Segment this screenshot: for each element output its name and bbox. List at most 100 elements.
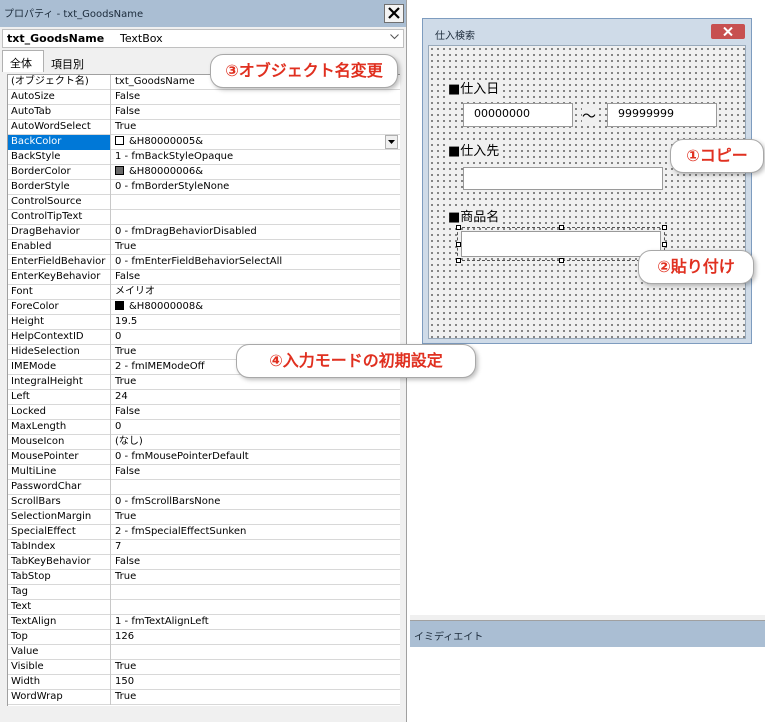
property-row[interactable]: SpecialEffect 2 - fmSpecialEffectSunken (8, 525, 400, 540)
property-row[interactable]: ScrollBars 0 - fmScrollBarsNone (8, 495, 400, 510)
property-row[interactable]: WordWrap True (8, 690, 400, 705)
property-row[interactable]: BackColor &H80000005& (8, 135, 400, 150)
property-value[interactable]: 0 - fmScrollBarsNone (112, 495, 400, 510)
userform-canvas[interactable]: ■仕入日 00000000 ～ 99999999 ■仕入先 ■商品名 (428, 45, 746, 339)
property-row[interactable]: DragBehavior 0 - fmDragBehaviorDisabled (8, 225, 400, 240)
property-value[interactable] (112, 600, 400, 615)
property-value[interactable]: True (112, 690, 400, 705)
date-from-textbox[interactable]: 00000000 (463, 103, 573, 127)
properties-close-button[interactable] (384, 4, 404, 23)
property-value[interactable]: 0 (112, 420, 400, 435)
property-value[interactable]: 126 (112, 630, 400, 645)
property-row[interactable]: ControlSource (8, 195, 400, 210)
label-goods-name[interactable]: ■商品名 (448, 210, 500, 226)
property-value[interactable]: 0 - fmBorderStyleNone (112, 180, 400, 195)
resize-handle[interactable] (559, 225, 564, 230)
property-value[interactable]: 150 (112, 675, 400, 690)
property-value[interactable]: 24 (112, 390, 400, 405)
property-value[interactable]: 0 (112, 330, 400, 345)
property-value-text: False (115, 556, 141, 567)
property-row[interactable]: AutoWordSelect True (8, 120, 400, 135)
property-row[interactable]: TabKeyBehavior False (8, 555, 400, 570)
property-value[interactable]: True (112, 510, 400, 525)
property-row[interactable]: TextAlign 1 - fmTextAlignLeft (8, 615, 400, 630)
property-row[interactable]: Top 126 (8, 630, 400, 645)
property-value[interactable] (112, 645, 400, 660)
property-row[interactable]: MouseIcon (なし) (8, 435, 400, 450)
property-row[interactable]: BorderStyle 0 - fmBorderStyleNone (8, 180, 400, 195)
property-value[interactable]: False (112, 105, 400, 120)
tab-categorized[interactable]: 項目別 (44, 52, 102, 72)
property-row[interactable]: HelpContextID 0 (8, 330, 400, 345)
resize-handle[interactable] (456, 242, 461, 247)
object-selector[interactable]: txt_GoodsName TextBox (2, 29, 404, 48)
resize-handle[interactable] (662, 242, 667, 247)
property-value[interactable]: True (112, 240, 400, 255)
property-value[interactable]: 1 - fmBackStyleOpaque (112, 150, 400, 165)
property-value[interactable]: False (112, 555, 400, 570)
property-value[interactable]: 7 (112, 540, 400, 555)
resize-handle[interactable] (456, 258, 461, 263)
property-row[interactable]: AutoTab False (8, 105, 400, 120)
property-value[interactable]: &H80000008& (112, 300, 400, 315)
tab-alphabetic[interactable]: 全体 (2, 50, 44, 72)
resize-handle[interactable] (456, 225, 461, 230)
dropdown-button[interactable] (385, 135, 398, 149)
property-row[interactable]: BorderColor &H80000006& (8, 165, 400, 180)
property-value[interactable]: 0 - fmMousePointerDefault (112, 450, 400, 465)
userform-close-button[interactable] (711, 24, 745, 39)
property-row[interactable]: Text (8, 600, 400, 615)
property-row[interactable]: Tag (8, 585, 400, 600)
immediate-window[interactable]: イミディエイト (410, 620, 765, 723)
property-value[interactable] (112, 585, 400, 600)
property-row[interactable]: Height 19.5 (8, 315, 400, 330)
property-value[interactable]: False (112, 90, 400, 105)
property-row[interactable]: EnterKeyBehavior False (8, 270, 400, 285)
property-value[interactable]: False (112, 465, 400, 480)
property-row[interactable]: BackStyle 1 - fmBackStyleOpaque (8, 150, 400, 165)
property-row[interactable]: Font メイリオ (8, 285, 400, 300)
immediate-title-bar: イミディエイト (410, 621, 765, 647)
property-row[interactable]: MousePointer 0 - fmMousePointerDefault (8, 450, 400, 465)
property-row[interactable]: Visible True (8, 660, 400, 675)
supplier-textbox[interactable] (463, 167, 663, 190)
property-value[interactable]: True (112, 570, 400, 585)
property-row[interactable]: SelectionMargin True (8, 510, 400, 525)
property-value[interactable]: False (112, 270, 400, 285)
property-value[interactable]: True (112, 660, 400, 675)
property-row[interactable]: Enabled True (8, 240, 400, 255)
property-value[interactable]: True (112, 120, 400, 135)
property-row[interactable]: ForeColor &H80000008& (8, 300, 400, 315)
property-row[interactable]: TabIndex 7 (8, 540, 400, 555)
property-value[interactable]: 0 - fmEnterFieldBehaviorSelectAll (112, 255, 400, 270)
property-value[interactable] (112, 195, 400, 210)
property-value[interactable]: &H80000006& (112, 165, 400, 180)
date-to-textbox[interactable]: 99999999 (607, 103, 717, 127)
property-value[interactable]: メイリオ (112, 285, 400, 300)
property-row[interactable]: EnterFieldBehavior 0 - fmEnterFieldBehavi… (8, 255, 400, 270)
resize-handle[interactable] (559, 258, 564, 263)
property-value[interactable] (112, 210, 400, 225)
property-value[interactable]: 0 - fmDragBehaviorDisabled (112, 225, 400, 240)
property-row[interactable]: MaxLength 0 (8, 420, 400, 435)
property-value[interactable]: 19.5 (112, 315, 400, 330)
property-value[interactable] (112, 480, 400, 495)
property-row[interactable]: Value (8, 645, 400, 660)
property-value[interactable]: False (112, 405, 400, 420)
property-row[interactable]: AutoSize False (8, 90, 400, 105)
property-row[interactable]: PasswordChar (8, 480, 400, 495)
property-row[interactable]: ControlTipText (8, 210, 400, 225)
property-row[interactable]: Left 24 (8, 390, 400, 405)
property-value[interactable]: 1 - fmTextAlignLeft (112, 615, 400, 630)
property-value[interactable]: &H80000005& (112, 135, 400, 150)
property-row[interactable]: Width 150 (8, 675, 400, 690)
label-purchase-date[interactable]: ■仕入日 (448, 82, 500, 98)
resize-handle[interactable] (662, 225, 667, 230)
property-row[interactable]: TabStop True (8, 570, 400, 585)
property-value[interactable]: (なし) (112, 435, 400, 450)
property-value[interactable]: 2 - fmSpecialEffectSunken (112, 525, 400, 540)
property-row[interactable]: Locked False (8, 405, 400, 420)
label-supplier[interactable]: ■仕入先 (448, 144, 500, 160)
goods-name-textbox[interactable] (461, 231, 661, 257)
property-row[interactable]: MultiLine False (8, 465, 400, 480)
